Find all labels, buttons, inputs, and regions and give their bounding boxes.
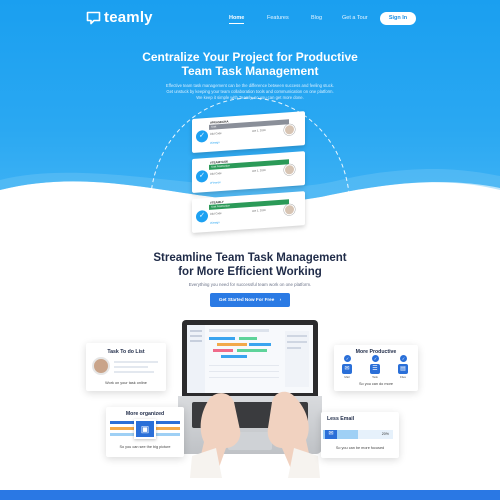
organized-card-sub: So you can see the big picture [119,445,171,449]
task-card-stack: #PRASECHA Task ✓ Add Code Jan 1, 2019 #D… [192,111,308,237]
footer-bar [0,490,500,500]
organized-card-title: More organized [125,411,165,417]
check-icon: ✓ [196,169,208,183]
todo-lines [114,361,158,363]
hero-title-line1: Centralize Your Project for Productive [142,50,358,64]
files-label: Files [400,375,406,379]
productive-card-sub: So you can do more [359,382,393,386]
sign-in-button[interactable]: Sign In [380,12,416,25]
task-card[interactable]: #TEAMLY Task Notification ✓ Add Code Jan… [192,191,305,234]
files-icon: ▤ [398,364,408,374]
task-label: Task [372,375,378,379]
check-icon: ✓ [372,355,379,362]
typing-hands-illustration [190,391,320,478]
task-card-date: Jan 1, 2019 [252,128,266,133]
todo-card-title: Task To do List [107,349,145,355]
task-card-tag: #Finance [210,181,221,185]
mail-icon: ✉ [325,430,337,439]
nav-blog-link[interactable]: Blog [311,15,322,21]
nav-home-link[interactable]: Home [229,15,245,24]
nav-features-link[interactable]: Features [267,15,289,21]
task-card-tag: #Design [210,221,220,225]
productive-feature-card: More Productive ✓ ✓ ✓ ✉ ☰ ▤ Mail Task Fi… [334,345,418,391]
check-icon: ✓ [400,355,407,362]
avatar [284,203,295,216]
get-started-label: Get Started Now For Free [218,297,275,302]
task-icon: ☰ [370,364,380,374]
mail-icon: ✉ [342,364,352,374]
task-card[interactable]: #PRASECHA Task ✓ Add Code Jan 1, 2019 #D… [192,111,305,154]
top-nav: teamly Home Features Blog Get a Tour Sig… [0,0,500,36]
check-icon: ✓ [196,129,208,143]
avatar [284,163,295,176]
hero-title-line2: Team Task Management [181,64,319,78]
task-card-meta: Add Code [210,131,222,136]
hero-desc-line3: We keep it simple with Teamly, so you ca… [196,95,304,100]
brand-name: teamly [104,9,153,26]
chat-bubble-logo-icon [86,11,101,24]
task-card-date: Jan 1, 2019 [252,168,266,173]
task-card[interactable]: #TEAMTASK Task Notification ✓ Add Code J… [192,151,305,194]
mail-label: Mail [344,375,350,379]
task-card-meta: Add Code [210,211,222,216]
section-desc: Everything you need for successful team … [188,282,312,287]
avatar [92,357,110,375]
task-card-bar-text: Task Notification [211,163,230,169]
todo-lines [114,371,154,373]
todo-card-sub: Work on your task online [105,381,147,385]
check-icon: ✓ [344,355,351,362]
nav-get-a-tour-link[interactable]: Get a Tour [342,15,368,21]
todo-feature-card: Task To do List Work on your task online [86,343,166,391]
section-title-line2: for More Efficient Working [178,266,322,278]
brand-logo[interactable]: teamly [86,9,153,26]
section-title-line1: Streamline Team Task Management [153,252,347,264]
organized-feature-card: More organized ▣ So you can see the big … [106,407,184,457]
chevron-right-icon: › [279,297,282,302]
email-progress-label: 20% [381,432,389,436]
avatar [284,123,295,136]
task-card-meta: Add Code [210,171,222,176]
task-card-bar-text: Task [211,124,217,129]
task-card-tag: #Design [210,141,220,145]
get-started-button[interactable]: Get Started Now For Free › [210,293,290,307]
task-card-bar-text: Task Notification [211,203,230,209]
check-icon: ✓ [196,209,208,223]
less-email-card-sub: So you can be more focused [335,446,385,450]
task-card-date: Jan 1, 2019 [252,208,266,213]
image-icon: ▣ [134,419,156,439]
less-email-card-title: Less Email [327,416,355,422]
todo-lines [114,366,148,368]
